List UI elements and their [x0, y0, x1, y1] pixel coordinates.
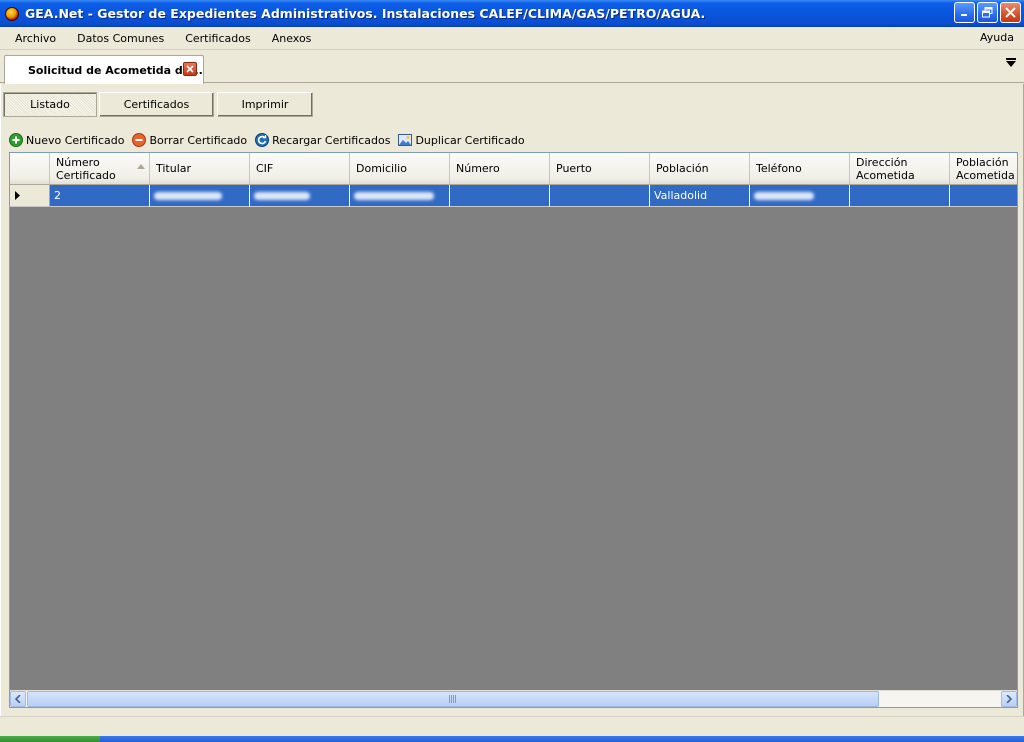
duplicar-certificado-label: Duplicar Certificado [415, 133, 525, 147]
column-header-label: Número [56, 155, 100, 169]
current-row-icon [15, 191, 20, 200]
redacted-text [154, 191, 222, 200]
add-icon [9, 133, 23, 147]
document-tab[interactable]: Solicitud de Acometida de... [4, 55, 204, 84]
column-header-label: Certificado [56, 168, 116, 182]
minimize-icon [961, 14, 967, 16]
borrar-certificado-button[interactable]: Borrar Certificado [132, 133, 247, 147]
minimize-button[interactable] [954, 2, 975, 23]
menu-ayuda[interactable]: Ayuda [980, 31, 1014, 44]
cell-cif[interactable] [250, 185, 350, 207]
redacted-text [354, 191, 434, 200]
window-title: GEA.Net - Gestor de Expedientes Administ… [25, 6, 706, 21]
menu-anexos[interactable]: Anexos [263, 32, 321, 45]
column-header-domicilio[interactable]: Domicilio [350, 153, 450, 185]
chevron-left-icon [15, 695, 21, 703]
tab-list-dropdown-icon[interactable] [1006, 58, 1016, 67]
column-header-poblacion-acometida[interactable]: Población Acometida [950, 153, 1017, 185]
column-header-titular[interactable]: Titular [150, 153, 250, 185]
column-header-numero-certificado[interactable]: Número Certificado [50, 153, 150, 185]
app-icon [5, 6, 19, 21]
cell-numero-certificado[interactable]: 2 [50, 185, 150, 207]
cell-numero[interactable] [450, 185, 550, 207]
title-bar: GEA.Net - Gestor de Expedientes Administ… [0, 0, 1024, 27]
column-header-label: CIF [256, 162, 274, 175]
column-header-direccion-acometida[interactable]: Dirección Acometida [850, 153, 950, 185]
horizontal-scrollbar[interactable] [10, 690, 1017, 707]
column-header-label: Población [956, 155, 1009, 169]
toolbar: Nuevo Certificado Borrar Certificado Rec… [9, 129, 533, 151]
menu-certificados[interactable]: Certificados [176, 32, 260, 45]
borrar-certificado-label: Borrar Certificado [149, 133, 248, 147]
scroll-left-button[interactable] [10, 691, 26, 707]
cell-titular[interactable] [150, 185, 250, 207]
recargar-certificados-button[interactable]: Recargar Certificados [255, 133, 390, 147]
close-button[interactable] [1000, 2, 1021, 23]
column-header-label: Población [656, 162, 709, 175]
redacted-text [254, 191, 310, 200]
restore-icon [982, 7, 993, 18]
cell-direccion-acometida[interactable] [850, 185, 950, 207]
scrollbar-thumb[interactable] [27, 691, 879, 707]
column-header-numero[interactable]: Número [450, 153, 550, 185]
content-panel: Listado Certificados Imprimir Nuevo Cert… [0, 84, 1024, 716]
window-controls [954, 2, 1021, 23]
nuevo-certificado-label: Nuevo Certificado [26, 133, 125, 147]
close-tab-button[interactable] [183, 62, 197, 76]
certificados-grid[interactable]: Número Certificado Titular CIF Domicilio … [9, 152, 1018, 708]
grid-corner [10, 153, 50, 185]
cell-domicilio[interactable] [350, 185, 450, 207]
cell-telefono[interactable] [750, 185, 850, 207]
close-icon [186, 65, 194, 73]
close-icon [1005, 7, 1016, 18]
document-tab-strip: Solicitud de Acometida de... [0, 50, 1024, 84]
cell-poblacion-acometida[interactable] [950, 185, 1017, 207]
column-header-label: Acometida [856, 168, 915, 182]
cell-poblacion[interactable]: Valladolid [650, 185, 750, 207]
column-header-label: Dirección [856, 155, 908, 169]
row-selector[interactable] [10, 185, 50, 207]
remove-icon [132, 133, 147, 147]
taskbar [0, 736, 1024, 742]
tab-certificados[interactable]: Certificados [99, 92, 214, 117]
sort-ascending-icon [137, 164, 145, 169]
menu-bar: Archivo Datos Comunes Certificados Anexo… [0, 27, 1024, 50]
document-tab-label: Solicitud de Acometida de... [28, 63, 203, 77]
column-header-puerto[interactable]: Puerto [550, 153, 650, 185]
column-header-label: Acometida [956, 168, 1015, 182]
column-header-label: Número [456, 162, 500, 175]
start-button[interactable] [0, 736, 100, 742]
column-header-label: Domicilio [356, 162, 407, 175]
nuevo-certificado-button[interactable]: Nuevo Certificado [9, 133, 124, 147]
tab-imprimir[interactable]: Imprimir [217, 92, 313, 117]
grid-header: Número Certificado Titular CIF Domicilio … [10, 153, 1017, 185]
redacted-text [754, 191, 814, 200]
column-header-label: Teléfono [756, 162, 802, 175]
cell-puerto[interactable] [550, 185, 650, 207]
column-header-poblacion[interactable]: Población [650, 153, 750, 185]
duplicar-certificado-button[interactable]: Duplicar Certificado [398, 133, 525, 147]
table-row[interactable]: 2 Valladolid [10, 185, 1017, 207]
column-header-label: Titular [156, 162, 192, 175]
recargar-certificados-label: Recargar Certificados [272, 133, 391, 147]
menu-archivo[interactable]: Archivo [6, 32, 65, 45]
grip-icon [449, 695, 457, 703]
scroll-right-button[interactable] [1001, 691, 1017, 707]
restore-button[interactable] [977, 2, 998, 23]
chevron-right-icon [1006, 695, 1012, 703]
menu-datos-comunes[interactable]: Datos Comunes [68, 32, 173, 45]
refresh-icon [255, 133, 270, 147]
column-header-label: Puerto [556, 162, 592, 175]
tab-listado[interactable]: Listado [3, 92, 97, 117]
status-bar [0, 716, 1024, 736]
column-header-cif[interactable]: CIF [250, 153, 350, 185]
view-tabs: Listado Certificados Imprimir [3, 92, 313, 117]
column-header-telefono[interactable]: Teléfono [750, 153, 850, 185]
duplicate-icon [398, 133, 413, 147]
